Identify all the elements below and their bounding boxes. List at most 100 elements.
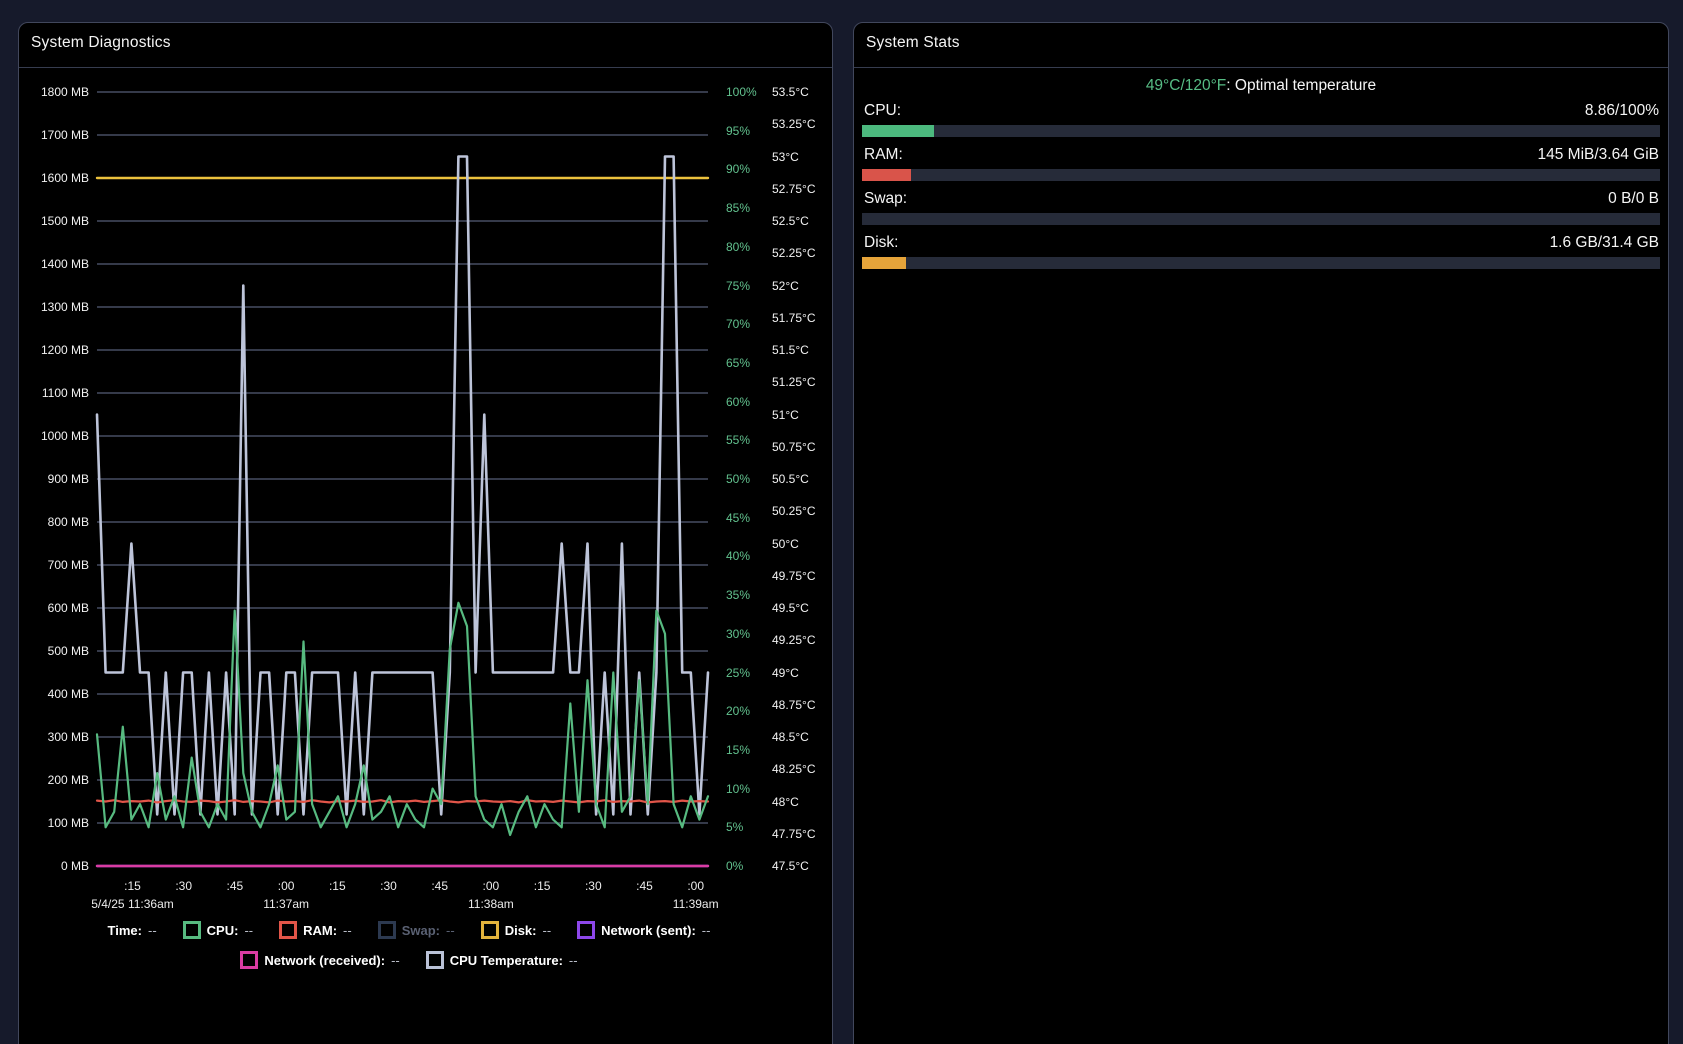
- percent-tick-label: 80%: [726, 240, 750, 254]
- series-line-cpu: [97, 603, 708, 835]
- temperature-tick-label: 51.75°C: [772, 311, 816, 325]
- cpu-stat-bar-fill: [862, 125, 934, 137]
- disk-stat-bar: [862, 257, 1660, 269]
- date-label: 11:39am: [673, 897, 719, 911]
- legend-item-cpu[interactable]: CPU:--: [183, 921, 253, 939]
- legend-item-cpu-temperature[interactable]: CPU Temperature: --: [426, 951, 578, 969]
- memory-tick-label: 100 MB: [19, 816, 89, 830]
- memory-tick-label: 800 MB: [19, 515, 89, 529]
- legend-item-swap[interactable]: Swap: --: [378, 921, 455, 939]
- legend-item-time[interactable]: Time: --: [108, 923, 157, 938]
- percent-tick-label: 10%: [726, 782, 750, 796]
- time-tick-label: :30: [364, 879, 414, 893]
- temperature-tick-label: 53.25°C: [772, 117, 816, 131]
- temperature-tick-label: 49.75°C: [772, 569, 816, 583]
- cpu-stat-value: 8.86/100%: [1585, 102, 1659, 120]
- legend-swatch: [481, 921, 499, 939]
- legend-item-ram[interactable]: RAM:--: [279, 921, 352, 939]
- legend-value: --: [148, 923, 157, 938]
- legend-swatch: [279, 921, 297, 939]
- temperature-tick-label: 50.5°C: [772, 472, 809, 486]
- legend-label: Time:: [108, 923, 142, 938]
- percent-tick-label: 25%: [726, 666, 750, 680]
- memory-tick-label: 1700 MB: [19, 128, 89, 142]
- memory-tick-label: 900 MB: [19, 472, 89, 486]
- temperature-tick-label: 50.25°C: [772, 504, 816, 518]
- temperature-tick-label: 47.5°C: [772, 859, 809, 873]
- legend-label: Network (sent):: [601, 923, 696, 938]
- percent-tick-label: 50%: [726, 472, 750, 486]
- temperature-tick-label: 51.5°C: [772, 343, 809, 357]
- legend-value: --: [391, 953, 400, 968]
- legend-item-network-sent[interactable]: Network (sent): --: [577, 921, 710, 939]
- ram-stat-bar-fill: [862, 169, 911, 181]
- percent-tick-label: 60%: [726, 395, 750, 409]
- memory-tick-label: 1100 MB: [19, 386, 89, 400]
- memory-tick-label: 300 MB: [19, 730, 89, 744]
- percent-tick-label: 100%: [726, 85, 757, 99]
- legend-swatch: [240, 951, 258, 969]
- disk-stat-label: Disk:: [864, 234, 898, 252]
- percent-tick-label: 30%: [726, 627, 750, 641]
- time-tick-label: :45: [620, 879, 670, 893]
- disk-stat-value: 1.6 GB/31.4 GB: [1550, 234, 1659, 252]
- ram-stat-label: RAM:: [864, 146, 903, 164]
- percent-tick-label: 5%: [726, 820, 743, 834]
- temperature-tick-label: 49.25°C: [772, 633, 816, 647]
- percent-tick-label: 45%: [726, 511, 750, 525]
- memory-tick-label: 500 MB: [19, 644, 89, 658]
- legend-label: CPU Temperature:: [450, 953, 563, 968]
- percent-tick-label: 70%: [726, 317, 750, 331]
- legend-value: --: [569, 953, 578, 968]
- memory-tick-label: 1400 MB: [19, 257, 89, 271]
- memory-tick-label: 1300 MB: [19, 300, 89, 314]
- temperature-status-value: 49°C/120°F: [1146, 77, 1226, 94]
- panel-divider: [854, 67, 1668, 68]
- cpu-stat-bar: [862, 125, 1660, 137]
- system-diagnostics-panel: System Diagnostics 1800 MB1700 MB1600 MB…: [18, 22, 833, 1044]
- legend-swatch: [426, 951, 444, 969]
- temperature-tick-label: 51°C: [772, 408, 799, 422]
- time-tick-label: :00: [261, 879, 311, 893]
- legend-label: Swap:: [402, 923, 440, 938]
- legend-value: --: [702, 923, 711, 938]
- date-label: 11:37am: [263, 897, 309, 911]
- percent-tick-label: 35%: [726, 588, 750, 602]
- time-tick-label: :30: [568, 879, 618, 893]
- swap-stat-bar: [862, 213, 1660, 225]
- legend-item-network-received[interactable]: Network (received): --: [240, 951, 399, 969]
- temperature-tick-label: 52.75°C: [772, 182, 816, 196]
- swap-stat-label: Swap:: [864, 190, 907, 208]
- temperature-tick-label: 48.75°C: [772, 698, 816, 712]
- legend-label: Network (received):: [264, 953, 385, 968]
- percent-tick-label: 55%: [726, 433, 750, 447]
- legend-item-disk[interactable]: Disk:--: [481, 921, 551, 939]
- memory-tick-label: 600 MB: [19, 601, 89, 615]
- temperature-tick-label: 53°C: [772, 150, 799, 164]
- legend-label: RAM:: [303, 923, 337, 938]
- temperature-tick-label: 50°C: [772, 537, 799, 551]
- legend-value: --: [542, 923, 551, 938]
- time-tick-label: :15: [517, 879, 567, 893]
- swap-stat-value: 0 B/0 B: [1608, 190, 1659, 208]
- memory-tick-label: 200 MB: [19, 773, 89, 787]
- ram-stat-value: 145 MiB/3.64 GiB: [1538, 146, 1659, 164]
- memory-tick-label: 1200 MB: [19, 343, 89, 357]
- time-tick-label: :15: [108, 879, 158, 893]
- percent-tick-label: 65%: [726, 356, 750, 370]
- legend-value: --: [244, 923, 253, 938]
- percent-tick-label: 20%: [726, 704, 750, 718]
- memory-tick-label: 700 MB: [19, 558, 89, 572]
- memory-tick-label: 1500 MB: [19, 214, 89, 228]
- series-line-ram: [97, 800, 708, 802]
- memory-tick-label: 1600 MB: [19, 171, 89, 185]
- legend-value: --: [446, 923, 455, 938]
- temperature-tick-label: 51.25°C: [772, 375, 816, 389]
- time-tick-label: :15: [312, 879, 362, 893]
- temperature-tick-label: 47.75°C: [772, 827, 816, 841]
- temperature-tick-label: 48.25°C: [772, 762, 816, 776]
- memory-tick-label: 1800 MB: [19, 85, 89, 99]
- dashboard-screen: System Diagnostics 1800 MB1700 MB1600 MB…: [0, 0, 1683, 1044]
- temperature-status: 49°C/120°F: Optimal temperature: [854, 77, 1668, 95]
- legend-swatch: [183, 921, 201, 939]
